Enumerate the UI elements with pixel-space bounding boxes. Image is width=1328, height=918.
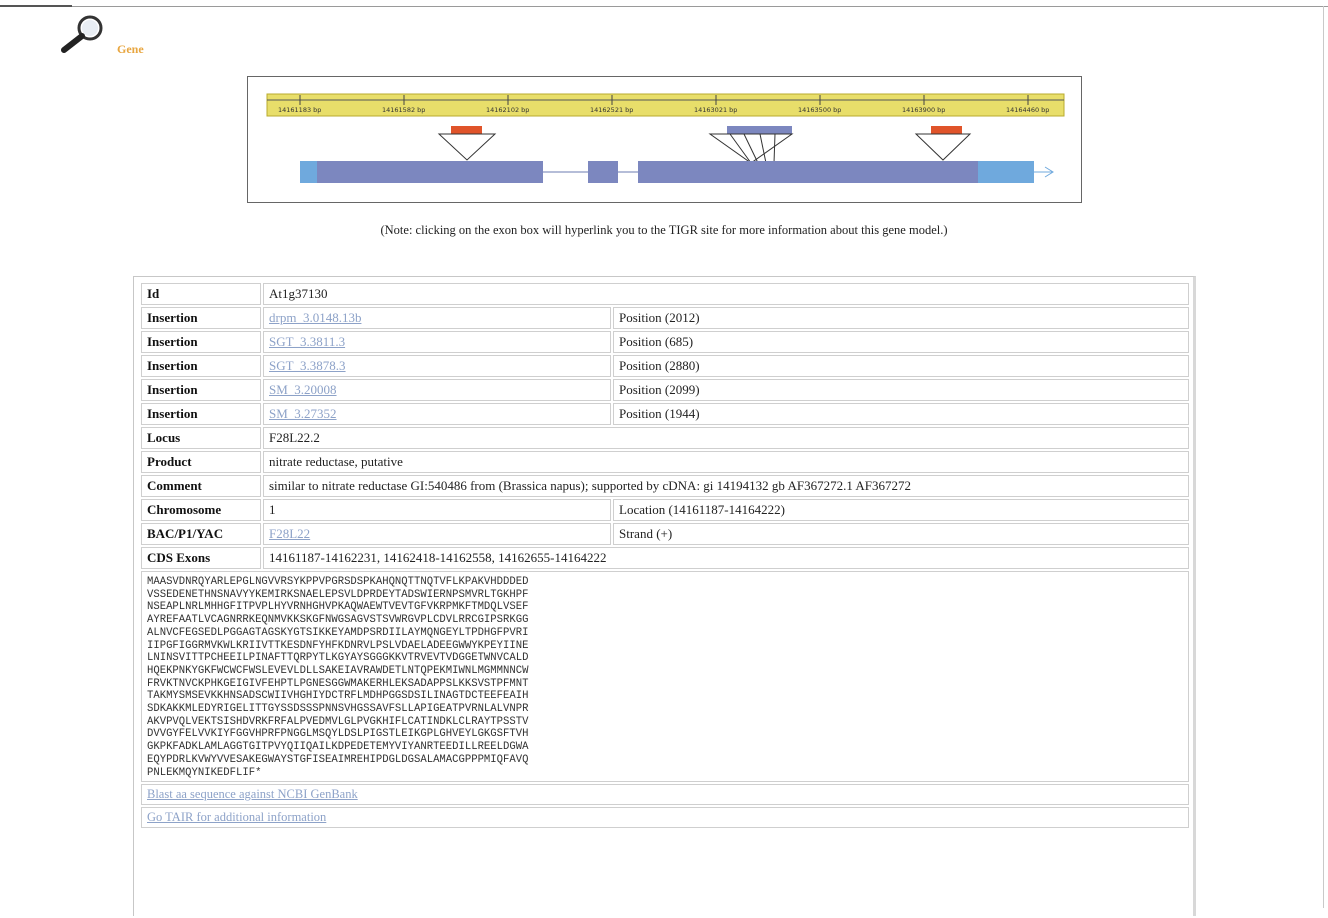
chromosome-value: 1 [263, 499, 611, 521]
product-value: nitrate reductase, putative [263, 451, 1189, 473]
insertion-link[interactable]: SM_3.27352 [269, 406, 337, 421]
insertion-position: Position (2099) [613, 379, 1189, 401]
cds-exons-label: CDS Exons [141, 547, 261, 569]
table-row: Go TAIR for additional information [141, 807, 1189, 829]
scale-tick-label: 14164460 bp [1006, 106, 1049, 114]
table-row: Insertion SGT_3.3878.3 Position (2880) [141, 355, 1189, 377]
page-title: Gene [117, 42, 144, 56]
insertion-label: Insertion [141, 307, 261, 329]
product-label: Product [141, 451, 261, 473]
id-label: Id [141, 283, 261, 305]
magnifier-icon [61, 15, 103, 53]
comment-value: similar to nitrate reductase GI:540486 f… [263, 475, 1189, 497]
protein-sequence: MAASVDNRQYARLEPGLNGVVRSYKPPVPGRSDSPKAHQN… [141, 571, 1189, 783]
insertion-label: Insertion [141, 331, 261, 353]
exon-box-3[interactable] [638, 161, 978, 183]
bac-label: BAC/P1/YAC [141, 523, 261, 545]
scale-tick-label: 14161582 bp [382, 106, 425, 114]
top-rule [0, 6, 1328, 7]
hyperlink-note: (Note: clicking on the exon box will hyp… [380, 223, 948, 237]
blast-sequence-link[interactable]: Blast aa sequence against NCBI GenBank [147, 787, 358, 801]
chromosome-label: Chromosome [141, 499, 261, 521]
exon-box-1[interactable] [317, 161, 543, 183]
insertion-label: Insertion [141, 355, 261, 377]
table-row: CDS Exons 14161187-14162231, 14162418-14… [141, 547, 1189, 569]
table-row: Product nitrate reductase, putative [141, 451, 1189, 473]
table-row: Insertion SGT_3.3811.3 Position (685) [141, 331, 1189, 353]
locus-value: F28L22.2 [263, 427, 1189, 449]
scale-tick-label: 14163021 bp [694, 106, 737, 114]
table-row: Chromosome 1 Location (14161187-14164222… [141, 499, 1189, 521]
insertion-marker[interactable] [437, 126, 497, 161]
insertion-marker[interactable] [914, 126, 972, 161]
table-row: BAC/P1/YAC F28L22 Strand (+) [141, 523, 1189, 545]
insertion-marker-cluster[interactable] [708, 126, 794, 164]
right-scroll-edge [1323, 6, 1324, 908]
table-row: MAASVDNRQYARLEPGLNGVVRSYKPPVPGRSDSPKAHQN… [141, 571, 1189, 783]
strand-value: Strand (+) [613, 523, 1189, 545]
utr-3prime [978, 161, 1034, 183]
exon-box-2[interactable] [588, 161, 618, 183]
insertion-link[interactable]: drpm_3.0148.13b [269, 310, 361, 325]
gene-model-panel: 14161183 bp 14161582 bp 14162102 bp 1416252… [247, 76, 1082, 203]
table-row: Comment similar to nitrate reductase GI:… [141, 475, 1189, 497]
locus-label: Locus [141, 427, 261, 449]
insertion-label: Insertion [141, 403, 261, 425]
comment-label: Comment [141, 475, 261, 497]
scale-tick-label: 14161183 bp [278, 106, 321, 114]
insertion-position: Position (1944) [613, 403, 1189, 425]
location-value: Location (14161187-14164222) [613, 499, 1189, 521]
scale-tick-label: 14163900 bp [902, 106, 945, 114]
table-row: Blast aa sequence against NCBI GenBank [141, 784, 1189, 806]
gene-model-graphic: 14161183 bp 14161582 bp 14162102 bp 1416252… [266, 93, 1065, 183]
scale-tick-label: 14163500 bp [798, 106, 841, 114]
table-row: Insertion drpm_3.0148.13b Position (2012… [141, 307, 1189, 329]
top-rule-accent [0, 5, 72, 7]
insertion-link[interactable]: SM_3.20008 [269, 382, 337, 397]
utr-5prime [300, 161, 317, 183]
bac-link[interactable]: F28L22 [269, 526, 310, 541]
scale-tick-label: 14162102 bp [486, 106, 529, 114]
insertion-position: Position (2880) [613, 355, 1189, 377]
table-row: Insertion SM_3.27352 Position (1944) [141, 403, 1189, 425]
table-row: Locus F28L22.2 [141, 427, 1189, 449]
insertion-link[interactable]: SGT_3.3878.3 [269, 358, 346, 373]
table-row: Insertion SM_3.20008 Position (2099) [141, 379, 1189, 401]
table-row: Id At1g37130 [141, 283, 1189, 305]
insertion-position: Position (685) [613, 331, 1189, 353]
gene-info-panel: Id At1g37130 Insertion drpm_3.0148.13b P… [133, 276, 1196, 916]
cds-exons-value: 14161187-14162231, 14162418-14162558, 14… [263, 547, 1189, 569]
id-value: At1g37130 [263, 283, 1189, 305]
tair-info-link[interactable]: Go TAIR for additional information [147, 810, 326, 824]
insertion-label: Insertion [141, 379, 261, 401]
insertion-position: Position (2012) [613, 307, 1189, 329]
scale-tick-label: 14162521 bp [590, 106, 633, 114]
insertion-link[interactable]: SGT_3.3811.3 [269, 334, 345, 349]
gene-info-table: Id At1g37130 Insertion drpm_3.0148.13b P… [139, 281, 1191, 830]
